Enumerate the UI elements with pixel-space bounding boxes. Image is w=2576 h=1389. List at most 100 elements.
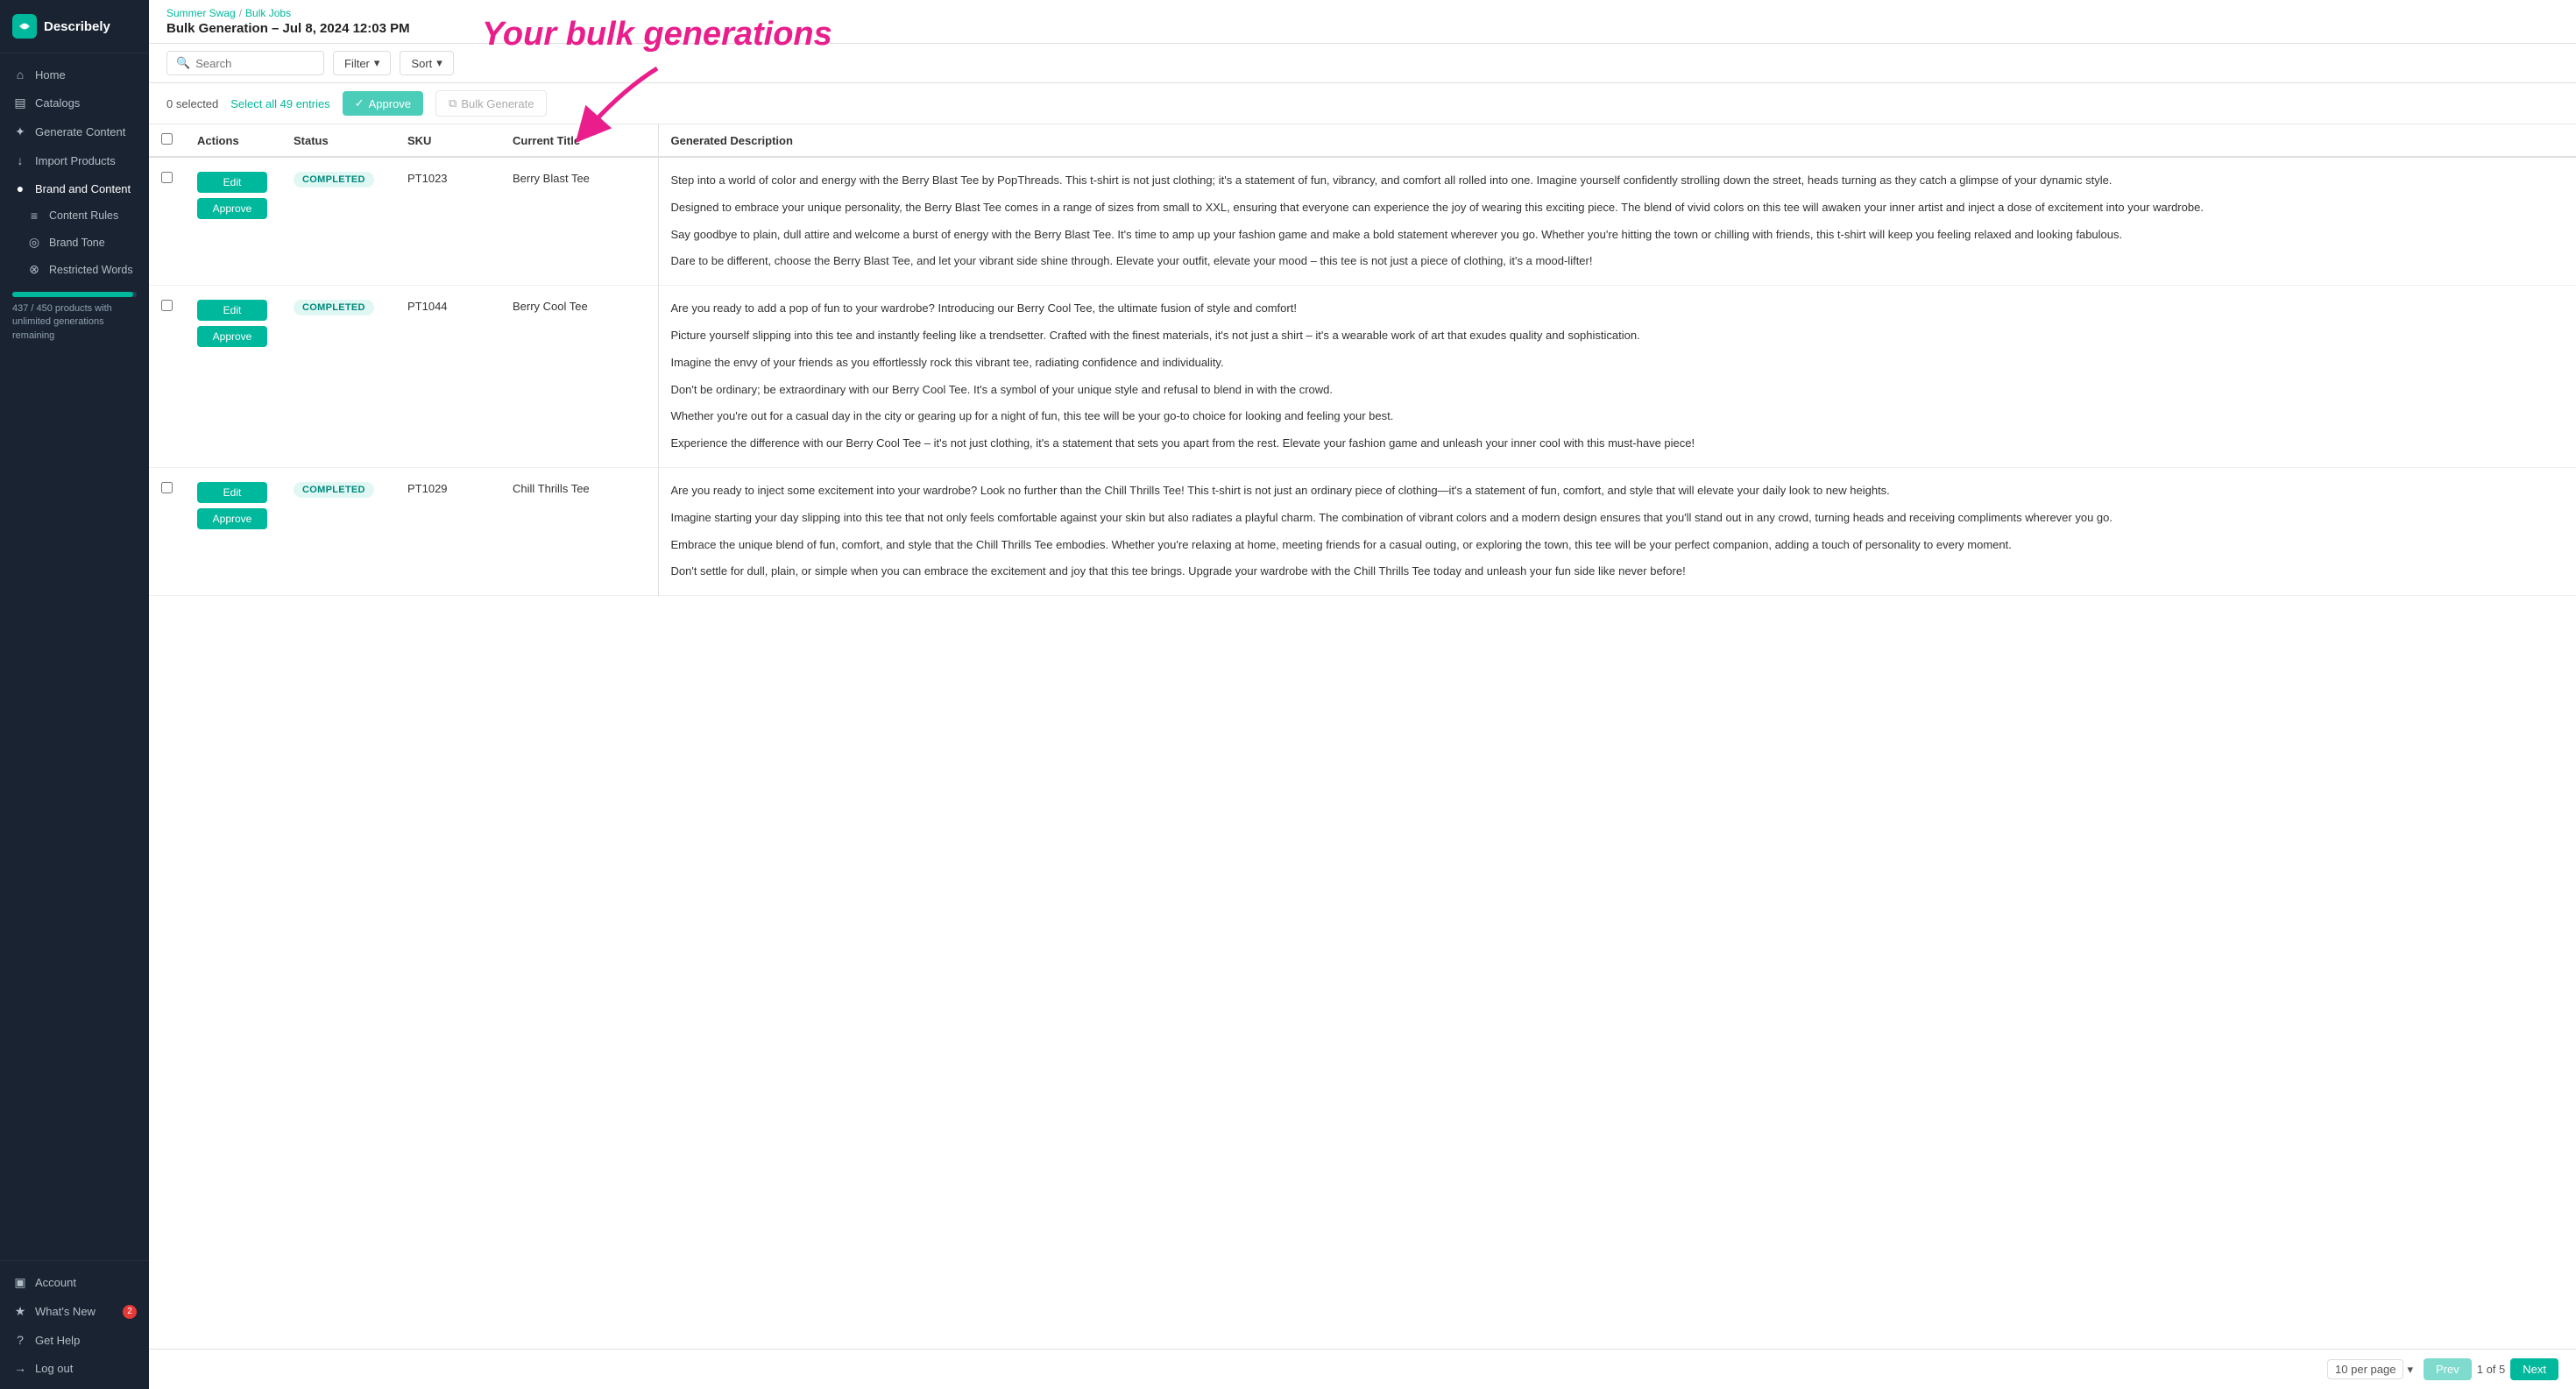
sort-button[interactable]: Sort ▾ [400,51,453,75]
sidebar-item-account-label: Account [35,1276,76,1289]
search-box[interactable]: 🔍 [166,51,324,75]
row-approve-button[interactable]: Approve [197,508,267,529]
sidebar-bottom: ▣ Account ★ What's New 2 ? Get Help → Lo… [0,1260,149,1389]
col-header-title: Current Title [500,124,658,157]
row-sku-cell: PT1023 [395,157,500,286]
sidebar-item-whats-new[interactable]: ★ What's New 2 [0,1297,149,1326]
breadcrumb: Summer Swag / Bulk Jobs [166,0,2558,21]
restricted-icon: ⊗ [26,262,42,277]
col-header-status: Status [281,124,395,157]
description-paragraph: Imagine starting your day slipping into … [671,509,2565,528]
table-body: EditApproveCOMPLETEDPT1023Berry Blast Te… [149,157,2576,596]
select-all-checkbox[interactable] [161,133,173,145]
next-button[interactable]: Next [2510,1358,2558,1380]
sidebar-item-restricted-words[interactable]: ⊗ Restricted Words [0,256,149,283]
row-actions-cell: Edit Approve [185,467,281,595]
col-header-actions: Actions [185,124,281,157]
whats-new-badge: 2 [123,1305,137,1319]
log-out-icon: → [12,1361,28,1375]
description-paragraph: Designed to embrace your unique personal… [671,199,2565,217]
row-title-cell: Berry Blast Tee [500,157,658,286]
approve-label: Approve [369,97,411,110]
description-paragraph: Embrace the unique blend of fun, comfort… [671,536,2565,555]
row-checkbox[interactable] [161,300,173,311]
row-sku-cell: PT1029 [395,467,500,595]
bulk-generate-button[interactable]: ⧉ Bulk Generate [435,90,547,117]
description-paragraph: Imagine the envy of your friends as you … [671,354,2565,372]
sidebar-item-log-out-label: Log out [35,1362,73,1375]
sidebar-item-get-help-label: Get Help [35,1334,80,1347]
sort-label: Sort [411,57,432,70]
row-sku-cell: PT1044 [395,286,500,468]
progress-bar-background [12,292,137,297]
table-header-row: Actions Status SKU Current Title Generat… [149,124,2576,157]
sidebar-item-get-help[interactable]: ? Get Help [0,1326,149,1354]
filter-chevron-icon: ▾ [374,56,380,70]
account-icon: ▣ [12,1275,28,1290]
toolbar: 🔍 Filter ▾ Sort ▾ [149,44,2576,83]
row-approve-button[interactable]: Approve [197,326,267,347]
row-title-cell: Berry Cool Tee [500,286,658,468]
sidebar-item-brand-tone-label: Brand Tone [49,237,105,249]
sidebar-item-content-rules-label: Content Rules [49,209,118,222]
edit-button[interactable]: Edit [197,172,267,193]
description-paragraph: Don't settle for dull, plain, or simple … [671,563,2565,581]
sidebar-item-catalogs[interactable]: ▤ Catalogs [0,89,149,117]
sidebar-item-generate-label: Generate Content [35,125,125,138]
search-icon: 🔍 [176,56,190,70]
approve-button[interactable]: ✓ Approve [343,91,423,116]
table-footer: 10 per page ▾ Prev 1 of 5 Next [149,1349,2576,1389]
prev-button[interactable]: Prev [2424,1358,2472,1380]
brand-tone-icon: ◎ [26,235,42,250]
breadcrumb-parent[interactable]: Summer Swag [166,7,236,19]
sidebar-item-brand-content[interactable]: ● Brand and Content [0,174,149,202]
edit-button[interactable]: Edit [197,482,267,503]
row-checkbox[interactable] [161,172,173,183]
row-checkbox-cell [149,157,185,286]
progress-section: 437 / 450 products with unlimited genera… [0,283,149,351]
description-paragraph: Dare to be different, choose the Berry B… [671,252,2565,271]
approve-check-icon: ✓ [355,96,364,110]
sidebar-item-import-products[interactable]: ↓ Import Products [0,146,149,174]
sidebar-item-whats-new-label: What's New [35,1305,96,1318]
description-paragraph: Picture yourself slipping into this tee … [671,327,2565,345]
sidebar-item-generate-content[interactable]: ✦ Generate Content [0,117,149,146]
logo-icon [12,14,37,39]
filter-button[interactable]: Filter ▾ [333,51,391,75]
sidebar-item-brand-tone[interactable]: ◎ Brand Tone [0,229,149,256]
row-title-cell: Chill Thrills Tee [500,467,658,595]
description-paragraph: Are you ready to add a pop of fun to you… [671,300,2565,318]
select-all-link[interactable]: Select all 49 entries [230,97,329,110]
generate-icon: ✦ [12,124,28,139]
description-paragraph: Whether you're out for a casual day in t… [671,407,2565,426]
sidebar-item-log-out[interactable]: → Log out [0,1354,149,1382]
progress-bar-fill [12,292,133,297]
main-content: Summer Swag / Bulk Jobs Bulk Generation … [149,0,2576,1389]
sidebar-item-home[interactable]: ⌂ Home [0,60,149,89]
row-checkbox[interactable] [161,482,173,493]
sidebar-item-home-label: Home [35,68,66,81]
table-wrapper: Actions Status SKU Current Title Generat… [149,124,2576,1349]
catalogs-icon: ▤ [12,96,28,110]
search-input[interactable] [195,57,315,70]
row-approve-button[interactable]: Approve [197,198,267,219]
sidebar-item-account[interactable]: ▣ Account [0,1268,149,1297]
sidebar-item-catalogs-label: Catalogs [35,96,80,110]
col-header-description: Generated Description [658,124,2576,157]
page-current: 1 [2477,1363,2483,1376]
col-checkbox [149,124,185,157]
row-description-cell: Are you ready to inject some excitement … [658,467,2576,595]
row-status-cell: COMPLETED [281,157,395,286]
per-page-value[interactable]: 10 per page [2327,1359,2403,1379]
edit-button[interactable]: Edit [197,300,267,321]
row-checkbox-cell [149,286,185,468]
breadcrumb-current: Bulk Jobs [245,7,291,19]
description-paragraph: Say goodbye to plain, dull attire and we… [671,226,2565,244]
import-icon: ↓ [12,153,28,167]
page-title: Bulk Generation – Jul 8, 2024 12:03 PM [166,21,2558,43]
sidebar-item-content-rules[interactable]: ≡ Content Rules [0,202,149,229]
logo-text: Describely [44,19,110,34]
whats-new-icon: ★ [12,1304,28,1319]
status-badge: COMPLETED [294,482,374,498]
home-icon: ⌂ [12,67,28,81]
